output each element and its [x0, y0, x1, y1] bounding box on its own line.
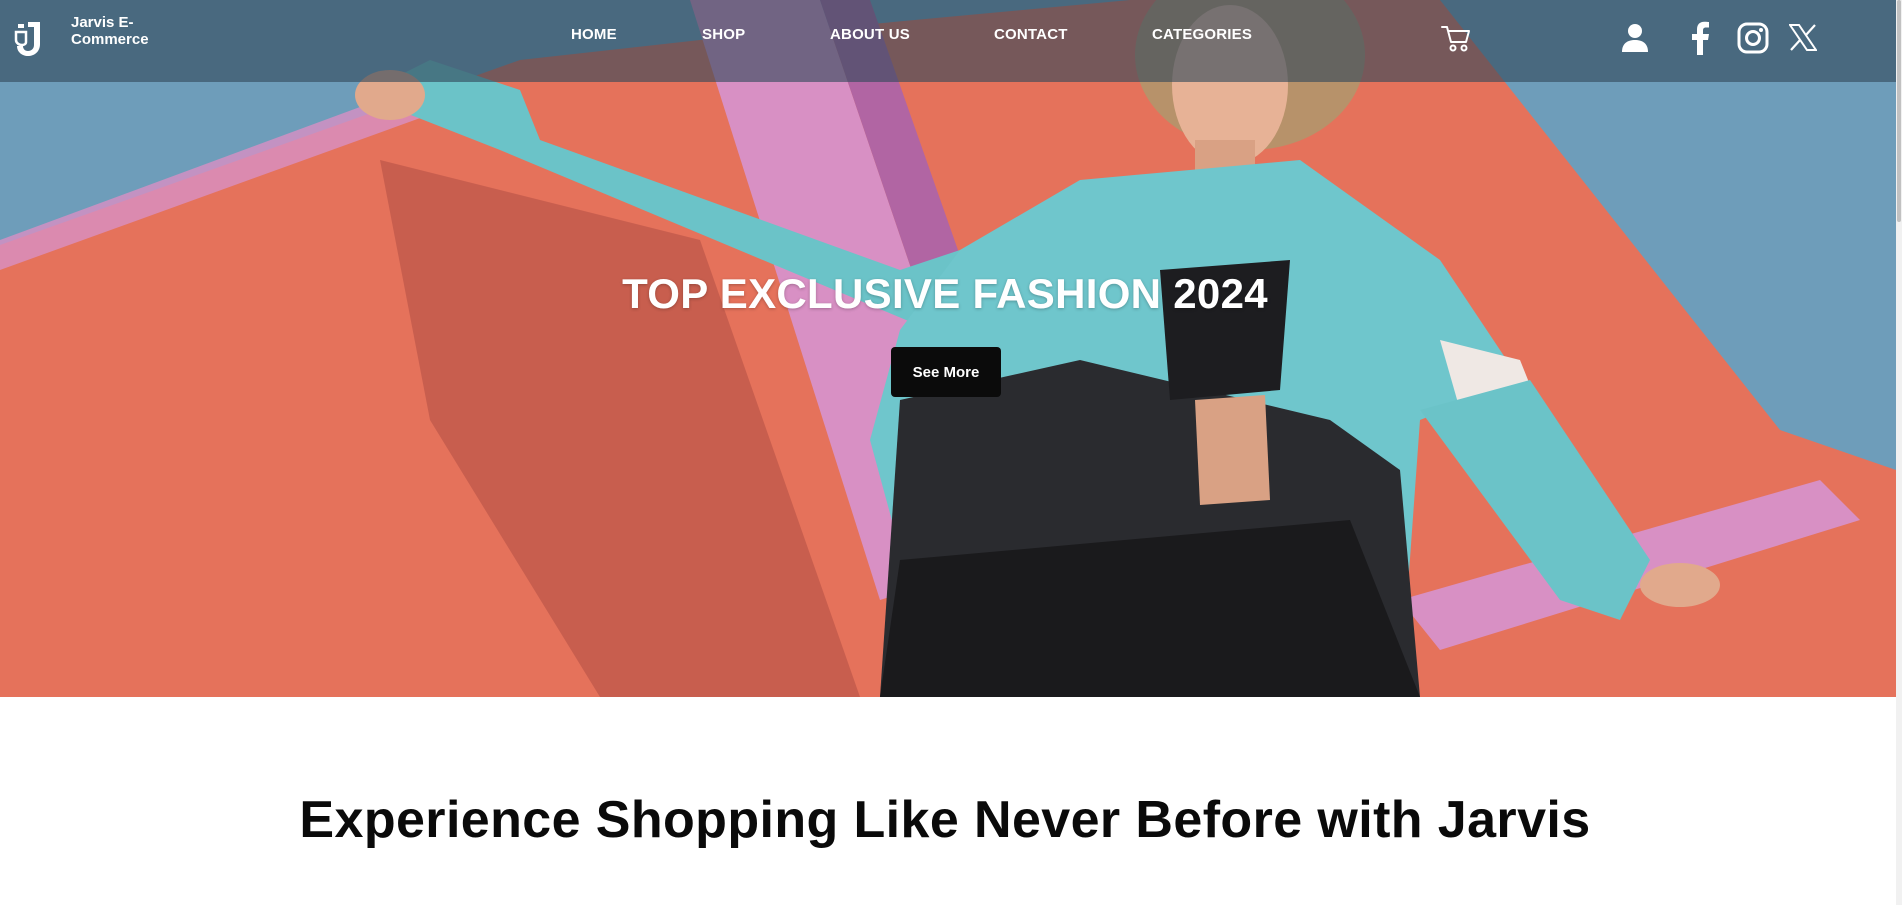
section-heading: Experience Shopping Like Never Before wi… — [299, 791, 1591, 849]
hero-banner: Jarvis E-Commerce HOME SHOP ABOUT US CON… — [0, 0, 1896, 697]
nav-home[interactable]: HOME — [571, 26, 617, 43]
nav-about-us[interactable]: ABOUT US — [830, 26, 910, 43]
scrollbar-thumb[interactable] — [1897, 0, 1901, 222]
page: Jarvis E-Commerce HOME SHOP ABOUT US CON… — [0, 0, 1902, 905]
jarvis-j-logo-icon[interactable] — [12, 18, 46, 58]
page-scrollbar[interactable] — [1896, 0, 1902, 905]
hero-title: TOP EXCLUSIVE FASHION 2024 — [622, 270, 1268, 317]
brand-name[interactable]: Jarvis E-Commerce — [71, 14, 181, 48]
x-twitter-icon[interactable] — [1789, 24, 1817, 51]
see-more-button[interactable]: See More — [891, 347, 1001, 397]
facebook-icon[interactable] — [1691, 21, 1709, 55]
nav-contact[interactable]: CONTACT — [994, 26, 1068, 43]
top-navigation-bar: Jarvis E-Commerce HOME SHOP ABOUT US CON… — [0, 0, 1896, 82]
instagram-icon[interactable] — [1737, 22, 1769, 54]
user-icon[interactable] — [1621, 23, 1649, 53]
nav-shop[interactable]: SHOP — [702, 26, 745, 43]
nav-categories[interactable]: CATEGORIES — [1152, 26, 1252, 43]
cart-icon[interactable] — [1441, 24, 1471, 52]
